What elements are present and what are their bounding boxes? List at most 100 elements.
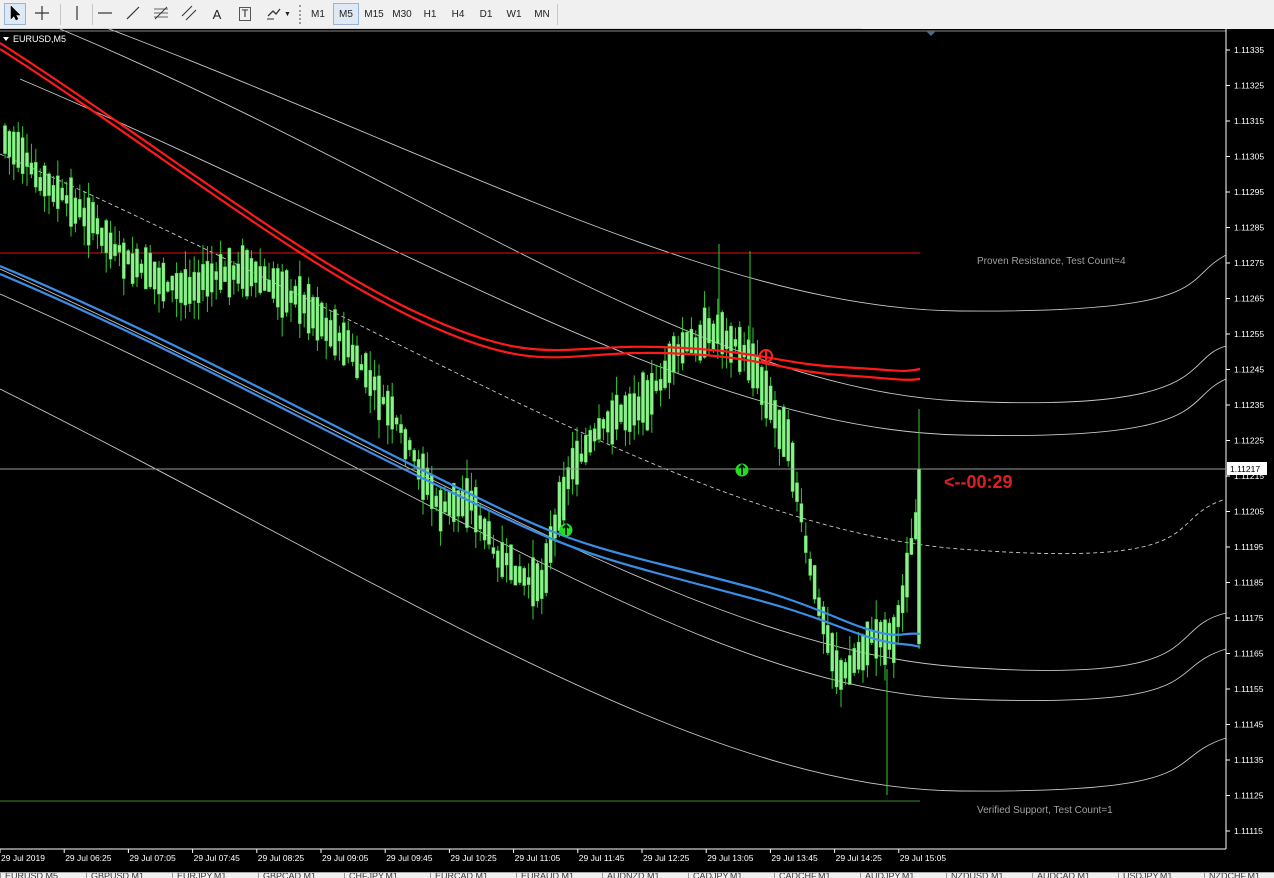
candle-body <box>663 360 667 389</box>
candle-body <box>42 165 47 197</box>
candle-body <box>909 537 914 555</box>
equidistant-channel-tool-button[interactable] <box>178 3 200 25</box>
time-tick-label: 29 Jul 14:25 <box>836 853 883 863</box>
crosshair-tool-button[interactable] <box>31 3 53 25</box>
symbol-tab[interactable]: GBPUSD,M1 <box>86 873 172 878</box>
timeframe-m30[interactable]: M30 <box>389 3 415 25</box>
candle-body <box>91 201 95 234</box>
symbol-tab[interactable]: CADCHF,M1 <box>774 873 860 878</box>
symbol-tab[interactable]: NZDUSD,M1 <box>946 873 1032 878</box>
timeframe-label: M15 <box>364 8 384 20</box>
fibonacci-tool-button[interactable] <box>150 3 172 25</box>
candle-body <box>280 271 285 318</box>
timeframe-mn[interactable]: MN <box>529 3 555 25</box>
cursor-tool-button[interactable] <box>4 3 26 25</box>
candle-body <box>161 262 166 302</box>
candle-body <box>223 266 227 282</box>
candle-body <box>276 268 280 308</box>
candle-body <box>900 585 905 614</box>
candle-body <box>148 252 153 288</box>
support-label: Verified Support, Test Count=1 <box>977 805 1113 816</box>
timeframe-w1[interactable]: W1 <box>501 3 527 25</box>
timeframe-h1[interactable]: H1 <box>417 3 443 25</box>
candle-body <box>386 390 390 426</box>
candle-body <box>342 322 346 366</box>
candlesticks <box>3 122 921 795</box>
candle-body <box>311 296 315 329</box>
chart-canvas[interactable]: EURUSD,M5 Proven Resistance, Test Count=… <box>0 29 1274 872</box>
candle-body <box>218 253 223 291</box>
symbol-tab[interactable]: CHFJPY,M1 <box>344 873 430 878</box>
vertical-line-tool-button[interactable] <box>66 3 88 25</box>
candle-body <box>104 220 108 254</box>
candle-body <box>460 490 465 517</box>
candle-body <box>817 597 821 616</box>
time-tick-label: 29 Jul 12:25 <box>643 853 690 863</box>
symbol-menu-icon[interactable] <box>3 37 9 41</box>
price-tick-label: 1.11175 <box>1234 613 1264 623</box>
candle-body <box>773 400 777 429</box>
candle-body <box>491 547 496 554</box>
candle-body <box>3 125 7 154</box>
candle-body <box>917 468 921 645</box>
candle-body <box>592 428 597 442</box>
shapes-tool-button[interactable]: ▼ <box>262 3 294 25</box>
time-tick-label: 29 Jul 10:25 <box>450 853 497 863</box>
chart-shift-marker-icon[interactable] <box>926 31 936 36</box>
price-tick-label: 1.11135 <box>1234 755 1264 765</box>
price-tick-label: 1.11155 <box>1234 684 1264 694</box>
time-tick-label: 29 Jul 06:25 <box>65 853 112 863</box>
symbol-tab[interactable]: GBPCAD,M1 <box>258 873 344 878</box>
text-tool-button[interactable]: A <box>206 3 228 25</box>
price-tick-label: 1.11265 <box>1234 294 1264 304</box>
candle-body <box>139 263 144 273</box>
symbol-tab[interactable]: AUDCAD,M1 <box>1032 873 1118 878</box>
candle-body <box>174 272 179 300</box>
candle-body <box>768 385 773 421</box>
symbol-tab[interactable]: NZDCHF,M1 <box>1204 873 1274 878</box>
candle-body <box>117 244 122 253</box>
symbol-tab[interactable]: USDJPY,M1 <box>1118 873 1204 878</box>
symbol-tab[interactable]: EURCAD,M1 <box>430 873 516 878</box>
symbol-tab[interactable]: EURJPY,M1 <box>172 873 258 878</box>
candle-body <box>346 330 351 358</box>
candle-body <box>306 283 311 334</box>
candle-body <box>632 393 636 426</box>
candle-body <box>284 270 289 313</box>
candle-body <box>711 323 716 350</box>
candle-body <box>588 429 592 453</box>
candle-body <box>25 152 29 167</box>
candle-body <box>808 558 812 576</box>
candle-body <box>786 419 790 462</box>
candle-body <box>350 344 355 363</box>
symbol-tab[interactable]: EURAUD,M1 <box>516 873 602 878</box>
time-tick-label: 29 Jul 09:05 <box>322 853 369 863</box>
candle-body <box>16 131 21 168</box>
horizontal-line-tool-button[interactable] <box>94 3 116 25</box>
candle-body <box>364 353 368 388</box>
price-tick-label: 1.11235 <box>1234 400 1264 410</box>
price-tick-label: 1.11285 <box>1234 223 1264 233</box>
candle-body <box>34 162 38 188</box>
candle-body <box>465 478 469 528</box>
symbol-tab[interactable]: CADJPY,M1 <box>688 873 774 878</box>
candle-body <box>69 177 73 227</box>
crosshair-icon <box>33 4 51 25</box>
timeframe-label: D1 <box>479 8 493 20</box>
symbol-tab[interactable]: AUDNZD,M1 <box>602 873 688 878</box>
symbol-tab[interactable]: AUDJPY,M1 <box>860 873 946 878</box>
candle-body <box>328 319 333 347</box>
price-chart[interactable]: EURUSD,M5 Proven Resistance, Test Count=… <box>0 29 1274 872</box>
candle-body <box>650 372 654 415</box>
timeframe-m1[interactable]: M1 <box>305 3 331 25</box>
candle-body <box>302 294 307 314</box>
timeframe-d1[interactable]: D1 <box>473 3 499 25</box>
timeframe-m5[interactable]: M5 <box>333 3 359 25</box>
symbol-tab[interactable]: EURUSD,M5 <box>0 873 86 878</box>
timeframe-h4[interactable]: H4 <box>445 3 471 25</box>
timeframe-m15[interactable]: M15 <box>361 3 387 25</box>
trendline-tool-button[interactable] <box>122 3 144 25</box>
candle-body <box>262 266 267 291</box>
text-label-tool-button[interactable]: T <box>234 3 256 25</box>
candle-body <box>496 550 500 568</box>
